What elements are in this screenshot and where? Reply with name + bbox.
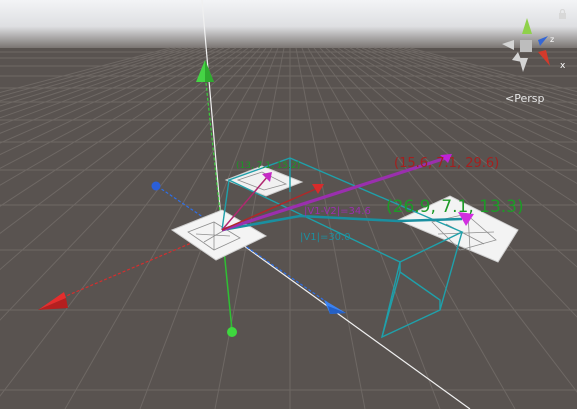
z-negative-handle[interactable]: [151, 181, 161, 191]
gizmo-center-cube[interactable]: [520, 40, 532, 52]
projection-toggle-button[interactable]: <Persp: [505, 91, 557, 107]
label-point-b: (26.9, 7.1, 13.3): [386, 197, 524, 217]
y-negative-handle[interactable]: [227, 327, 237, 337]
gizmo-x-label: x: [560, 61, 566, 71]
skybox: [0, 0, 577, 48]
perspective-camera-icon: <: [505, 92, 515, 105]
scene-viewport[interactable]: (15.6, 7.1, 29.6) (26.9, 7.1, 13.3) (13,…: [0, 0, 577, 409]
label-dist-purple: |V1-V2|=34.6: [304, 206, 371, 217]
padlock-icon[interactable]: [558, 9, 567, 19]
label-dist-teal: |V1|=30.0: [300, 232, 351, 243]
scene-canvas[interactable]: (15.6, 7.1, 29.6) (26.9, 7.1, 13.3) (13,…: [0, 0, 577, 409]
gizmo-z-label: z: [550, 35, 554, 44]
label-point-c: (13, 7.1, 15.2): [236, 161, 300, 171]
label-point-a: (15.6, 7.1, 29.6): [394, 156, 499, 171]
projection-label: Persp: [514, 92, 545, 105]
